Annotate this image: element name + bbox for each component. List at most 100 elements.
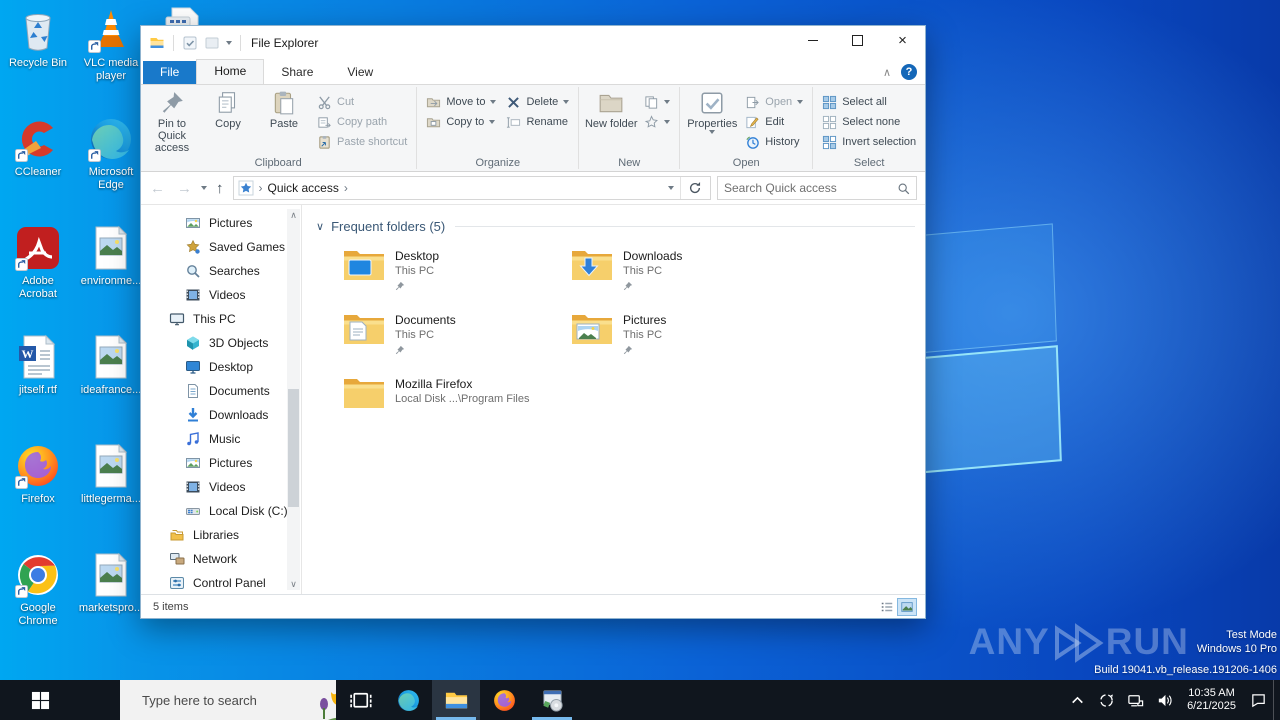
volume-icon[interactable] [1150, 692, 1179, 709]
breadcrumb-location[interactable]: Quick access [268, 181, 339, 195]
sidebar-item-3d-objects[interactable]: 3D Objects [141, 331, 301, 355]
sidebar-item-desktop[interactable]: Desktop [141, 355, 301, 379]
breadcrumb[interactable]: › Quick access › [232, 176, 711, 200]
scroll-up-icon[interactable]: ∧ [287, 209, 300, 221]
new-folder-qat-icon[interactable] [204, 35, 220, 51]
sidebar-item-libraries[interactable]: Libraries [141, 523, 301, 547]
network-icon[interactable] [1121, 692, 1150, 709]
sidebar-item-downloads[interactable]: Downloads [141, 403, 301, 427]
desktop-icon-environme[interactable]: environme... [76, 224, 146, 288]
explorer-search[interactable] [717, 176, 917, 200]
paste-shortcut-button[interactable]: Paste shortcut [314, 132, 410, 152]
desktop-icon-littlegerma[interactable]: littlegerma... [76, 442, 146, 506]
desktop-icon-firefox[interactable]: Firefox [3, 442, 73, 506]
sidebar-item-network[interactable]: Network [141, 547, 301, 571]
desktop-icon-recycle-bin[interactable]: Recycle Bin [3, 6, 73, 70]
close-button[interactable]: × [880, 26, 925, 55]
sidebar-item-videos[interactable]: Videos [141, 475, 301, 499]
up-button[interactable]: ↑ [213, 180, 227, 197]
sidebar-item-searches[interactable]: Searches [141, 259, 301, 283]
desktop-icon-marketspro[interactable]: marketspro... [76, 551, 146, 615]
taskbar-edge-button[interactable] [384, 680, 432, 720]
desktop-icon-microsoft-edge[interactable]: Microsoft Edge [76, 115, 146, 192]
address-dropdown-icon[interactable] [668, 186, 674, 190]
refresh-icon[interactable] [680, 177, 706, 199]
taskbar-installer-button[interactable] [528, 680, 576, 720]
desktop-icon-google-chrome[interactable]: Google Chrome [3, 551, 73, 628]
collapse-section-icon[interactable]: ∨ [316, 220, 324, 233]
new-folder-button[interactable]: New folder [583, 88, 639, 132]
sidebar-item-saved-games[interactable]: Saved Games [141, 235, 301, 259]
folder-tile-documents[interactable]: Documents This PC [342, 312, 570, 376]
action-center-icon[interactable] [1244, 692, 1273, 709]
edit-button[interactable]: Edit [742, 112, 806, 132]
minimize-button[interactable] [790, 26, 835, 55]
sidebar-item-this-pc[interactable]: This PC [141, 307, 301, 331]
sidebar-item-documents[interactable]: Documents [141, 379, 301, 403]
pin-to-quick-access-button[interactable]: Pin to Quick access [144, 88, 200, 156]
taskbar-search-input[interactable] [142, 692, 318, 708]
details-view-button[interactable] [877, 598, 897, 616]
taskbar-firefox-button[interactable] [480, 680, 528, 720]
desktop-icon-ccleaner[interactable]: CCleaner [3, 115, 73, 179]
sidebar-item-pictures[interactable]: Pictures [141, 451, 301, 475]
clock[interactable]: 10:35 AM 6/21/2025 [1179, 687, 1244, 713]
folder-tile-pictures[interactable]: Pictures This PC [570, 312, 798, 376]
taskbar-file-explorer-button[interactable] [432, 680, 480, 720]
start-button[interactable] [0, 680, 80, 720]
easy-access-button[interactable] [641, 112, 673, 132]
scrollbar-thumb[interactable] [288, 389, 299, 507]
tab-file[interactable]: File [143, 61, 197, 84]
frequent-folders-header[interactable]: ∨ Frequent folders (5) [316, 219, 915, 234]
open-button[interactable]: Open [742, 92, 806, 112]
folder-tile-desktop[interactable]: Desktop This PC [342, 248, 570, 312]
properties-button[interactable]: Properties [684, 88, 740, 136]
desktop-icon-jitself-rtf[interactable]: Wjitself.rtf [3, 333, 73, 397]
desktop-icon-ideafrance[interactable]: ideafrance... [76, 333, 146, 397]
history-button[interactable]: History [742, 132, 806, 152]
taskbar-search[interactable] [120, 680, 336, 720]
move-to-button[interactable]: Move to [423, 92, 499, 112]
sidebar-item-local-disk-c[interactable]: Local Disk (C:) [141, 499, 301, 523]
copy-to-button[interactable]: Copy to [423, 112, 499, 132]
paste-button[interactable]: Paste [256, 88, 312, 132]
show-desktop-button[interactable] [1273, 680, 1280, 720]
recent-locations-icon[interactable] [201, 186, 207, 190]
search-highlight-tulips-icon[interactable] [318, 682, 336, 720]
collapse-ribbon-icon[interactable]: ∧ [883, 66, 891, 79]
delete-button[interactable]: Delete [503, 92, 572, 112]
cut-button[interactable]: Cut [314, 92, 410, 112]
sidebar-item-music[interactable]: Music [141, 427, 301, 451]
copy-path-button[interactable]: Copy path [314, 112, 410, 132]
invert-selection-button[interactable]: Invert selection [819, 132, 919, 152]
obscured-desktop-icon[interactable] [162, 0, 208, 25]
customize-qat-icon[interactable] [226, 40, 232, 45]
desktop-icon-vlc-media-player[interactable]: VLC media player [76, 6, 146, 83]
sidebar-item-control-panel[interactable]: Control Panel [141, 571, 301, 595]
select-all-button[interactable]: Select all [819, 92, 919, 112]
properties-qat-icon[interactable] [182, 35, 198, 51]
tab-view[interactable]: View [330, 61, 390, 84]
desktop-icon-adobe-acrobat[interactable]: Adobe Acrobat [3, 224, 73, 301]
back-button[interactable]: ← [147, 180, 168, 197]
folder-tile-downloads[interactable]: Downloads This PC [570, 248, 798, 312]
sidebar-scrollbar[interactable]: ∧ ∨ [287, 209, 300, 590]
tab-home[interactable]: Home [196, 59, 265, 84]
forward-button[interactable]: → [174, 180, 195, 197]
scroll-down-icon[interactable]: ∨ [287, 578, 300, 590]
tray-agent-icon[interactable] [1092, 692, 1121, 709]
copy-button[interactable]: Copy [200, 88, 256, 132]
search-input[interactable] [724, 181, 897, 195]
sidebar-item-pictures[interactable]: Pictures [141, 211, 301, 235]
help-icon[interactable]: ? [901, 64, 917, 80]
rename-button[interactable]: Rename [503, 112, 572, 132]
select-none-button[interactable]: Select none [819, 112, 919, 132]
tray-overflow-icon[interactable] [1063, 692, 1092, 709]
large-icons-view-button[interactable] [897, 597, 917, 616]
new-item-button[interactable] [641, 92, 673, 112]
maximize-button[interactable] [835, 26, 880, 55]
folder-tile-mozilla-firefox[interactable]: Mozilla Firefox Local Disk ...\Program F… [342, 376, 570, 440]
sidebar-item-videos[interactable]: Videos [141, 283, 301, 307]
tab-share[interactable]: Share [264, 61, 330, 84]
task-view-button[interactable] [336, 680, 384, 720]
